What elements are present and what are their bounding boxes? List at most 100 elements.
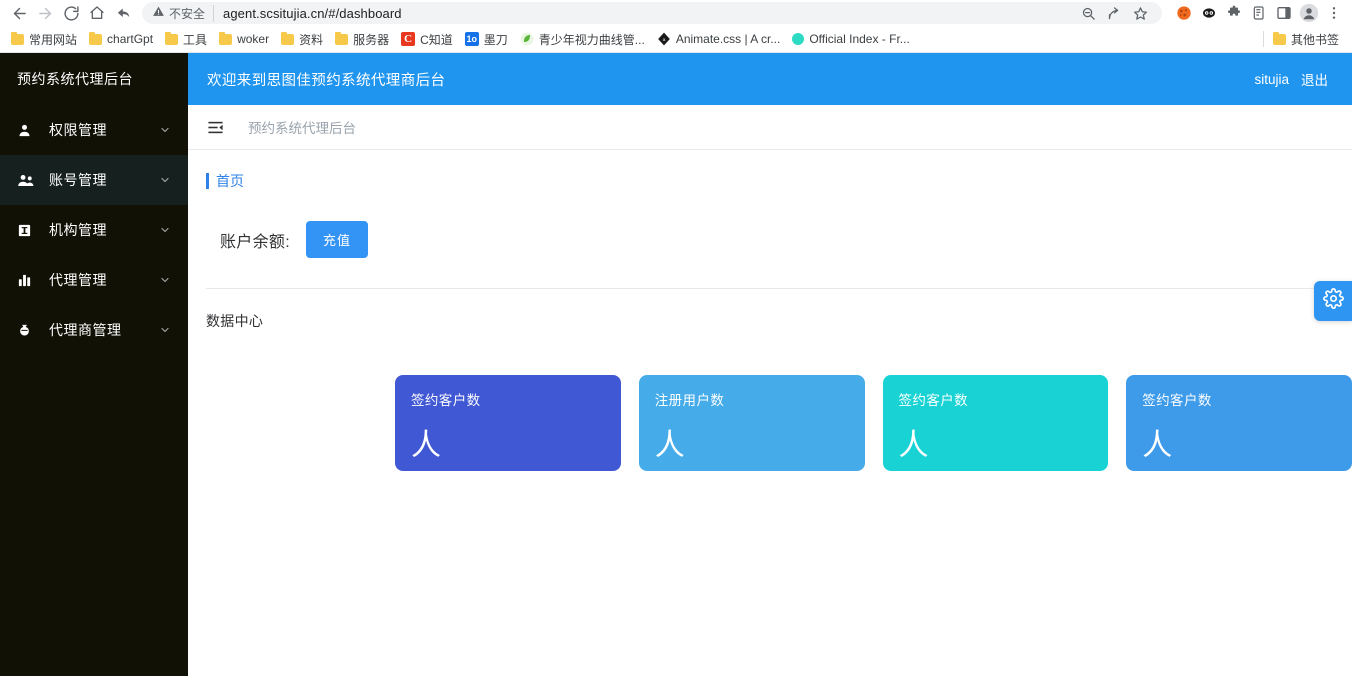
bookmark-label: 常用网站 [29,32,78,47]
reader-icon[interactable] [1247,1,1271,25]
agent-icon [17,323,39,338]
stat-card-title: 签约客户数 [1142,393,1212,408]
bar-chart-icon [17,273,39,288]
welcome-title: 欢迎来到思图佳预约系统代理商后台 [207,72,446,89]
fold-menu-icon[interactable] [204,116,226,138]
bookmark-label: 服务器 [353,32,390,47]
building-icon [17,223,39,238]
bookmark-item[interactable]: 青少年视力曲线管... [515,29,652,50]
sidebar-item-label: 机构管理 [49,222,107,238]
other-bookmarks-label: 其他书签 [1290,32,1339,47]
dot-icon [792,33,805,45]
settings-panel-handle[interactable] [1314,281,1352,321]
bookmark-label: 资料 [299,32,324,47]
omnibox-actions [1070,1,1152,25]
security-indicator[interactable]: 不安全 [152,4,215,22]
forward-button[interactable] [32,1,58,25]
app-root: 预约系统代理后台 权限管理 账号管理 机构管理 代理管理 代理商管理 欢迎来到思… [0,53,1352,676]
chevron-down-icon [159,274,171,286]
stat-card-title: 注册用户数 [654,393,725,408]
share-button[interactable] [1102,1,1126,25]
folder-icon [165,31,179,45]
stat-card-title: 签约客户数 [898,393,968,408]
bookmarks-divider [1262,31,1264,47]
sidebar-item-permission[interactable]: 权限管理 [0,105,188,155]
stat-card[interactable]: 签约客户数 人 [395,375,621,471]
back-button[interactable] [6,1,32,25]
account-balance-row: 账户余额: 充值 [188,191,1352,258]
share-icon [1107,6,1122,21]
bookmark-item[interactable]: 服务器 [330,29,396,50]
security-label: 不安全 [169,6,206,21]
star-icon [1133,6,1148,21]
bookmark-item[interactable]: 资料 [276,29,330,50]
gear-icon [1322,288,1344,314]
reload-icon [63,5,80,22]
undo-arrow-icon [115,5,132,22]
bookmark-item[interactable]: 常用网站 [6,29,84,50]
sidebar-brand: 预约系统代理后台 [17,71,133,87]
stat-card[interactable]: 签约客户数 人 [882,375,1109,471]
svg-text:a: a [663,37,666,42]
recharge-button[interactable]: 充值 [305,221,368,258]
bookmark-star-button[interactable] [1128,1,1152,25]
stat-card[interactable]: 签约客户数 人 [1126,375,1352,471]
users-icon [17,173,39,188]
bookmark-label: 工具 [183,32,208,47]
balance-label: 账户余额: [220,233,290,251]
bookmark-item[interactable]: 工具 [160,29,214,50]
puzzle-icon[interactable] [1222,1,1246,25]
reload-button[interactable] [58,1,84,25]
logout-button[interactable]: 退出 [1301,69,1328,89]
sidebar-item-agent-manage[interactable]: 代理管理 [0,255,188,305]
sidepanel-icon[interactable] [1272,1,1296,25]
undo-button[interactable] [110,1,136,25]
stat-card[interactable]: 注册用户数 人 [638,375,865,471]
bookmark-item[interactable]: C C知道 [396,29,460,50]
cookie-icon[interactable] [1172,1,1196,25]
username-label[interactable]: situjia [1254,72,1289,87]
bookmark-label: 青少年视力曲线管... [538,32,645,47]
folder-icon [281,31,295,45]
chevron-down-icon [159,224,171,236]
zoom-out-button[interactable] [1076,1,1100,25]
profile-icon[interactable] [1297,1,1321,25]
other-bookmarks-button[interactable]: 其他书签 [1268,29,1346,50]
folder-icon [1272,31,1286,45]
folder-icon [219,31,233,45]
user-icon [17,123,39,138]
zoom-out-icon [1081,6,1096,21]
bookmark-item[interactable]: chartGpt [84,30,160,48]
folder-icon [11,31,24,45]
home-icon [89,5,105,21]
data-center-title: 数据中心 [206,313,264,329]
address-bar[interactable]: 不安全 agent.scsitujia.cn/#/dashboard [142,2,1162,24]
home-button[interactable] [84,1,110,25]
bookmark-item[interactable]: 1o 墨刀 [460,29,515,50]
chrome-menu-icon[interactable] [1322,1,1346,25]
bookmark-item[interactable]: Official Index - Fr... [787,30,916,48]
breadcrumb-current: 预约系统代理后台 [248,121,356,136]
forward-arrow-icon [37,5,54,22]
sidebar-item-account[interactable]: 账号管理 [0,155,188,205]
stat-card-value: 人 [411,429,441,462]
sidebar-item-label: 账号管理 [49,172,107,188]
bookmark-label: Official Index - Fr... [809,32,910,46]
sidebar-item-organization[interactable]: 机构管理 [0,205,188,255]
modao-icon: 1o [464,32,479,46]
stat-card-list: 签约客户数 人 注册用户数 人 签约客户数 人 签约客户数 人 [395,353,1352,471]
bookmark-label: Animate.css | A cr... [675,32,781,46]
bookmark-label: C知道 [420,32,453,47]
stat-card-title: 签约客户数 [411,393,481,408]
diamond-icon: a [657,32,671,46]
bookmark-label: chartGpt [107,32,154,46]
chevron-down-icon [159,174,171,186]
panda-icon[interactable] [1197,1,1221,25]
breadcrumb-bar: 预约系统代理后台 [188,105,1352,150]
sidebar-item-label: 代理商管理 [49,322,122,338]
bookmark-item[interactable]: woker [214,30,276,48]
sidebar-item-agent-vendor[interactable]: 代理商管理 [0,305,188,355]
page-tab-home[interactable]: 首页 [206,172,244,190]
page-content: 首页 账户余额: 充值 数据中心 签约客户数 人 注册用户数 人 签约客户数 人… [188,150,1352,676]
bookmark-item[interactable]: a Animate.css | A cr... [652,30,788,48]
